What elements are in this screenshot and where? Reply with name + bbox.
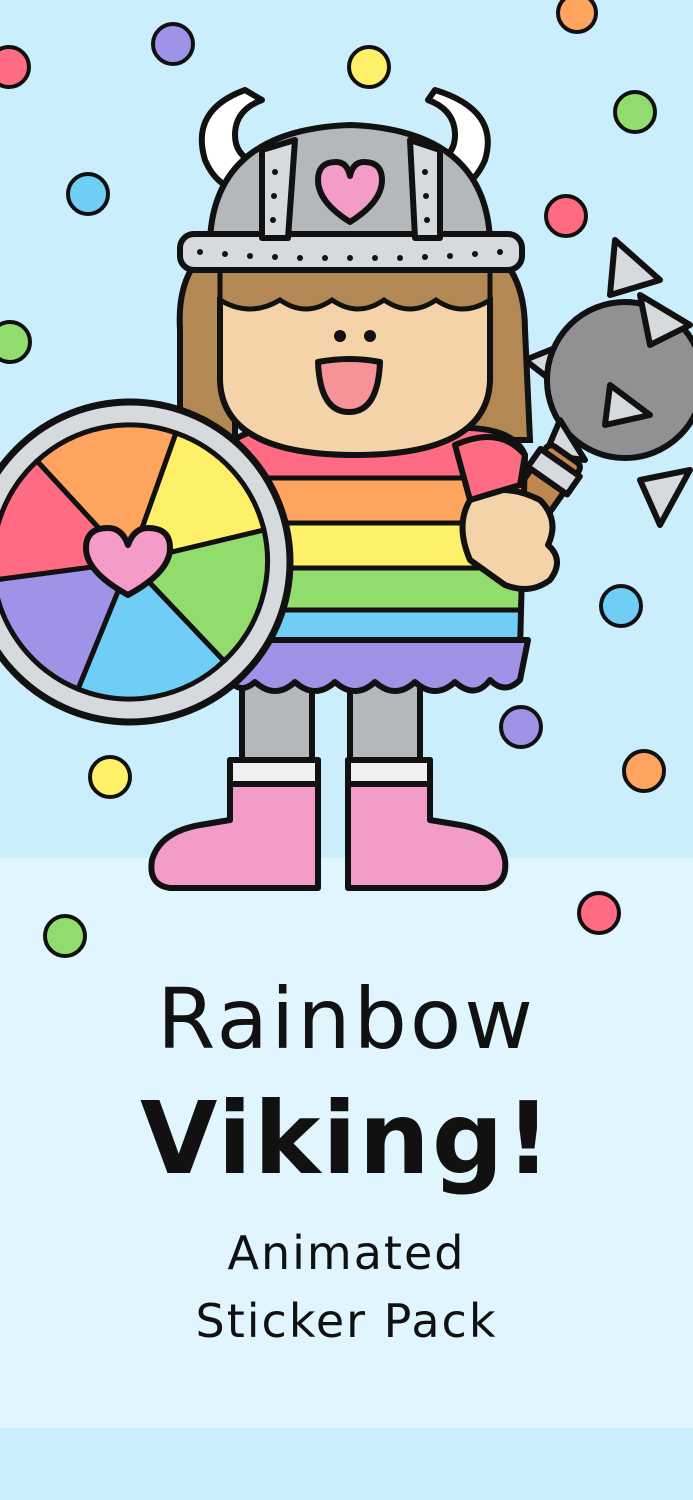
confetti-dot [347,45,391,89]
confetti-dot [556,0,598,34]
confetti-dot [151,22,195,66]
rainbow-shield-icon [0,398,294,726]
horned-helmet-icon [177,87,525,273]
boots [148,757,509,891]
face [217,267,493,459]
subtitle-line-2: Sticker Pack [195,1294,498,1348]
confetti-dot [88,755,132,799]
subtitle-line-1: Animated [227,1226,466,1280]
confetti-dot [622,749,666,793]
confetti-dot [499,705,543,749]
confetti-dot [577,891,621,935]
confetti-dot [544,194,588,238]
title-line-2: Viking! [139,1080,554,1197]
title-line-1: Rainbow [157,970,536,1068]
confetti-dot [613,90,657,134]
confetti-dot [0,45,31,89]
confetti-dot [43,914,87,958]
confetti-dot [599,584,643,628]
confetti-dot [66,172,110,216]
confetti-dot [0,320,32,364]
